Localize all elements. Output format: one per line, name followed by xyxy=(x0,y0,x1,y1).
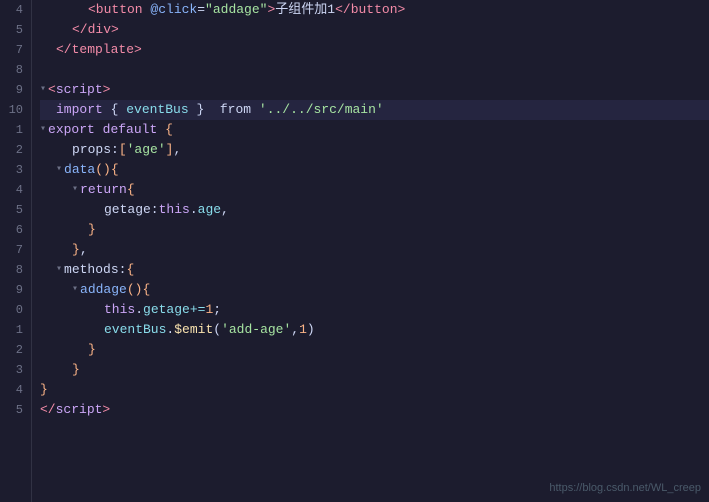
code-line: } xyxy=(40,380,709,400)
code-area: 4 5 7 8 9 10 1 2 3 4 5 6 7 8 9 0 1 2 3 4… xyxy=(0,0,709,502)
code-line: eventBus . $emit ( 'add-age' , 1 ) xyxy=(40,320,709,340)
code-line: getage: this . age , xyxy=(40,200,709,220)
code-line: </template> xyxy=(40,40,709,60)
code-editor: 4 5 7 8 9 10 1 2 3 4 5 6 7 8 9 0 1 2 3 4… xyxy=(0,0,709,502)
collapse-arrow[interactable]: ▾ xyxy=(72,180,78,200)
code-line: } , xyxy=(40,240,709,260)
collapse-arrow[interactable]: ▾ xyxy=(72,280,78,300)
code-line xyxy=(40,60,709,80)
line-numbers: 4 5 7 8 9 10 1 2 3 4 5 6 7 8 9 0 1 2 3 4… xyxy=(0,0,32,502)
code-line: <button @click="addage">子组件加1</button> xyxy=(40,0,709,20)
code-line: ▾ methods: { xyxy=(40,260,709,280)
code-line: ▾ addage () { xyxy=(40,280,709,300)
code-content[interactable]: <button @click="addage">子组件加1</button> <… xyxy=(32,0,709,502)
code-line: } xyxy=(40,360,709,380)
code-line: ▾ export default { xyxy=(40,120,709,140)
code-line: } xyxy=(40,220,709,240)
code-line: this . getage += 1 ; xyxy=(40,300,709,320)
code-line: props: [ 'age' ] , xyxy=(40,140,709,160)
code-line: import { eventBus } from '../../src/main… xyxy=(40,100,709,120)
code-line: ▾ <script> xyxy=(40,80,709,100)
collapse-arrow[interactable]: ▾ xyxy=(56,260,62,280)
collapse-arrow[interactable]: ▾ xyxy=(56,160,62,180)
watermark: https://blog.csdn.net/WL_creep xyxy=(549,482,701,494)
collapse-arrow[interactable]: ▾ xyxy=(40,80,46,100)
code-line: </script> xyxy=(40,400,709,420)
collapse-arrow[interactable]: ▾ xyxy=(40,120,46,140)
code-line: </div> xyxy=(40,20,709,40)
code-line: ▾ data () { xyxy=(40,160,709,180)
code-line: } xyxy=(40,340,709,360)
code-line: ▾ return { xyxy=(40,180,709,200)
